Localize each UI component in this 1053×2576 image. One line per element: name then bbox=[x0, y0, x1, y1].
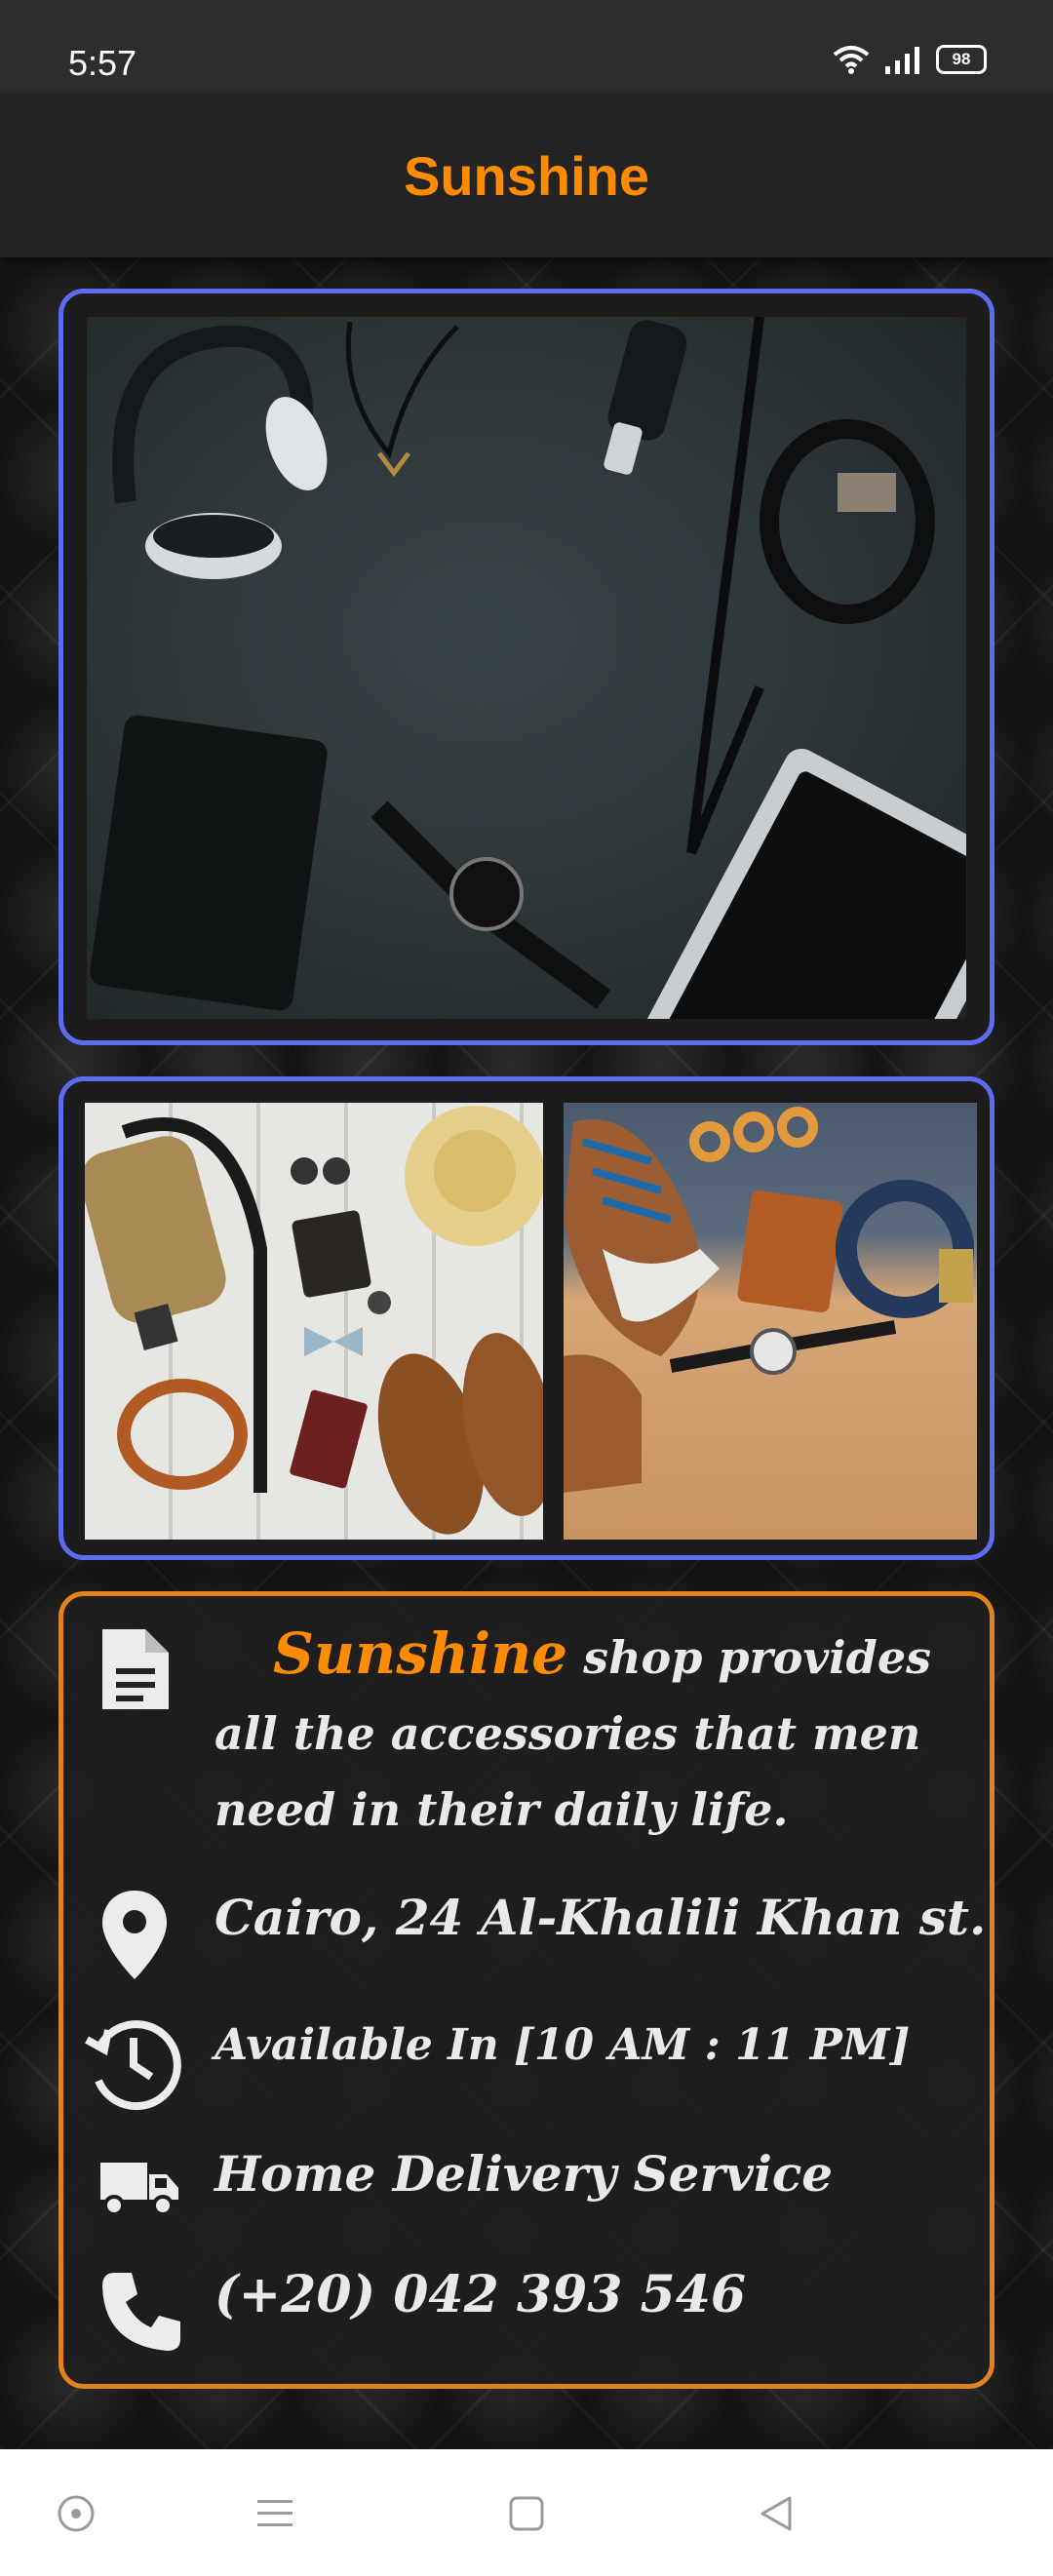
brand-name: Sunshine bbox=[273, 1620, 568, 1687]
status-time: 5:57 bbox=[68, 43, 137, 83]
wifi-icon bbox=[833, 46, 870, 74]
location-pin-icon bbox=[102, 1891, 167, 1979]
flatlay-bag-illustration bbox=[85, 1106, 543, 1535]
phone-icon[interactable] bbox=[98, 2269, 184, 2355]
flatlay-bag-image bbox=[85, 1103, 543, 1540]
truck-icon bbox=[100, 2163, 178, 2216]
shoes-wallet-image bbox=[564, 1103, 977, 1540]
shoes-wallet-illustration bbox=[564, 1107, 974, 1493]
menu-button[interactable] bbox=[254, 2492, 296, 2535]
hero-accessories-image bbox=[87, 317, 966, 1019]
shop-description: Sunshine shop provides all the accessori… bbox=[214, 1616, 994, 1848]
status-icons: 98 bbox=[833, 45, 987, 74]
assistant-button[interactable] bbox=[55, 2492, 98, 2535]
app-title: Sunshine bbox=[403, 145, 650, 207]
app-bar: Sunshine bbox=[0, 94, 1053, 257]
hours-text: Available In [10 AM : 11 PM] bbox=[214, 2020, 911, 2070]
delivery-text: Home Delivery Service bbox=[214, 2145, 834, 2203]
signal-icon bbox=[885, 47, 919, 74]
hero-illustration bbox=[90, 317, 966, 1019]
back-button[interactable] bbox=[755, 2492, 798, 2535]
document-icon bbox=[102, 1629, 169, 1709]
battery-icon: 98 bbox=[936, 45, 987, 74]
phone-text[interactable]: (+20) 042 393 546 bbox=[214, 2265, 746, 2324]
clock-history-icon bbox=[85, 2020, 181, 2111]
address-text: Cairo, 24 Al-Khalili Khan st. bbox=[214, 1889, 987, 1946]
product-photos-frame bbox=[58, 1076, 994, 1560]
system-nav-bar bbox=[0, 2449, 1053, 2576]
home-button[interactable] bbox=[505, 2492, 548, 2535]
status-bar: 5:57 98 bbox=[0, 0, 1053, 94]
shop-info-card: Sunshine shop provides all the accessori… bbox=[58, 1591, 994, 2389]
hero-image-frame bbox=[58, 289, 994, 1045]
